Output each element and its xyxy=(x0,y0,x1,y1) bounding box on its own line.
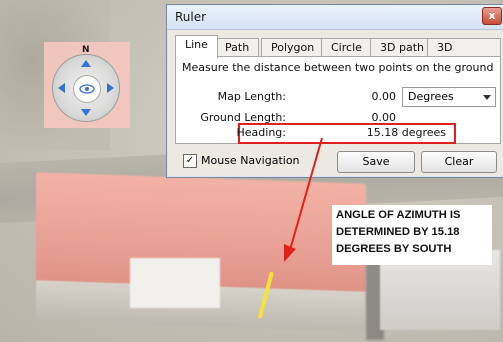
close-button[interactable]: x xyxy=(482,7,502,25)
arrow-up-icon[interactable] xyxy=(81,60,91,67)
clear-button[interactable]: Clear xyxy=(421,151,497,173)
tab-line[interactable]: Line xyxy=(175,35,218,58)
panel-description: Measure the distance between two points … xyxy=(182,61,494,74)
arrow-right-icon[interactable] xyxy=(107,83,114,93)
heading-value: 15.18 degrees xyxy=(366,126,446,139)
title-bar[interactable]: Ruler x xyxy=(167,5,503,30)
dialog-footer: ✓ Mouse Navigation Save Clear xyxy=(175,149,501,175)
tab-bar: Line Path Polygon Circle 3D path 3D poly… xyxy=(175,35,501,72)
tab-circle[interactable]: Circle xyxy=(321,38,372,57)
arrow-left-icon[interactable] xyxy=(58,83,65,93)
annotation-text: ANGLE OF AZIMUTH IS DETERMINED BY 15.18 … xyxy=(336,209,461,255)
navigation-control[interactable]: N xyxy=(44,42,130,128)
ruler-dialog: Ruler x Line Path Polygon Circle 3D path… xyxy=(166,4,503,178)
arrow-down-icon[interactable] xyxy=(81,109,91,116)
unit-selected: Degrees xyxy=(408,90,454,103)
tab-3d-polygon[interactable]: 3D polygon xyxy=(427,38,501,72)
tab-path[interactable]: Path xyxy=(215,38,260,57)
eye-icon xyxy=(79,84,95,94)
dialog-title: Ruler xyxy=(175,10,207,24)
tab-polygon[interactable]: Polygon xyxy=(261,38,325,57)
chevron-down-icon xyxy=(483,95,491,100)
map-length-label: Map Length: xyxy=(217,90,286,103)
save-button[interactable]: Save xyxy=(337,151,415,173)
mouse-navigation-checkbox[interactable]: ✓ xyxy=(183,154,197,168)
line-panel: Measure the distance between two points … xyxy=(175,56,501,144)
map-length-value: 0.00 xyxy=(371,90,397,103)
look-button[interactable] xyxy=(73,75,101,103)
annotation-note: ANGLE OF AZIMUTH IS DETERMINED BY 15.18 … xyxy=(332,205,492,265)
mouse-navigation-label[interactable]: Mouse Navigation xyxy=(201,154,300,167)
tab-3d-path[interactable]: 3D path xyxy=(370,38,434,57)
look-ring[interactable] xyxy=(52,54,120,122)
heading-label: Heading: xyxy=(236,126,286,139)
unit-dropdown[interactable]: Degrees xyxy=(402,87,496,107)
roof-structure xyxy=(130,258,220,308)
